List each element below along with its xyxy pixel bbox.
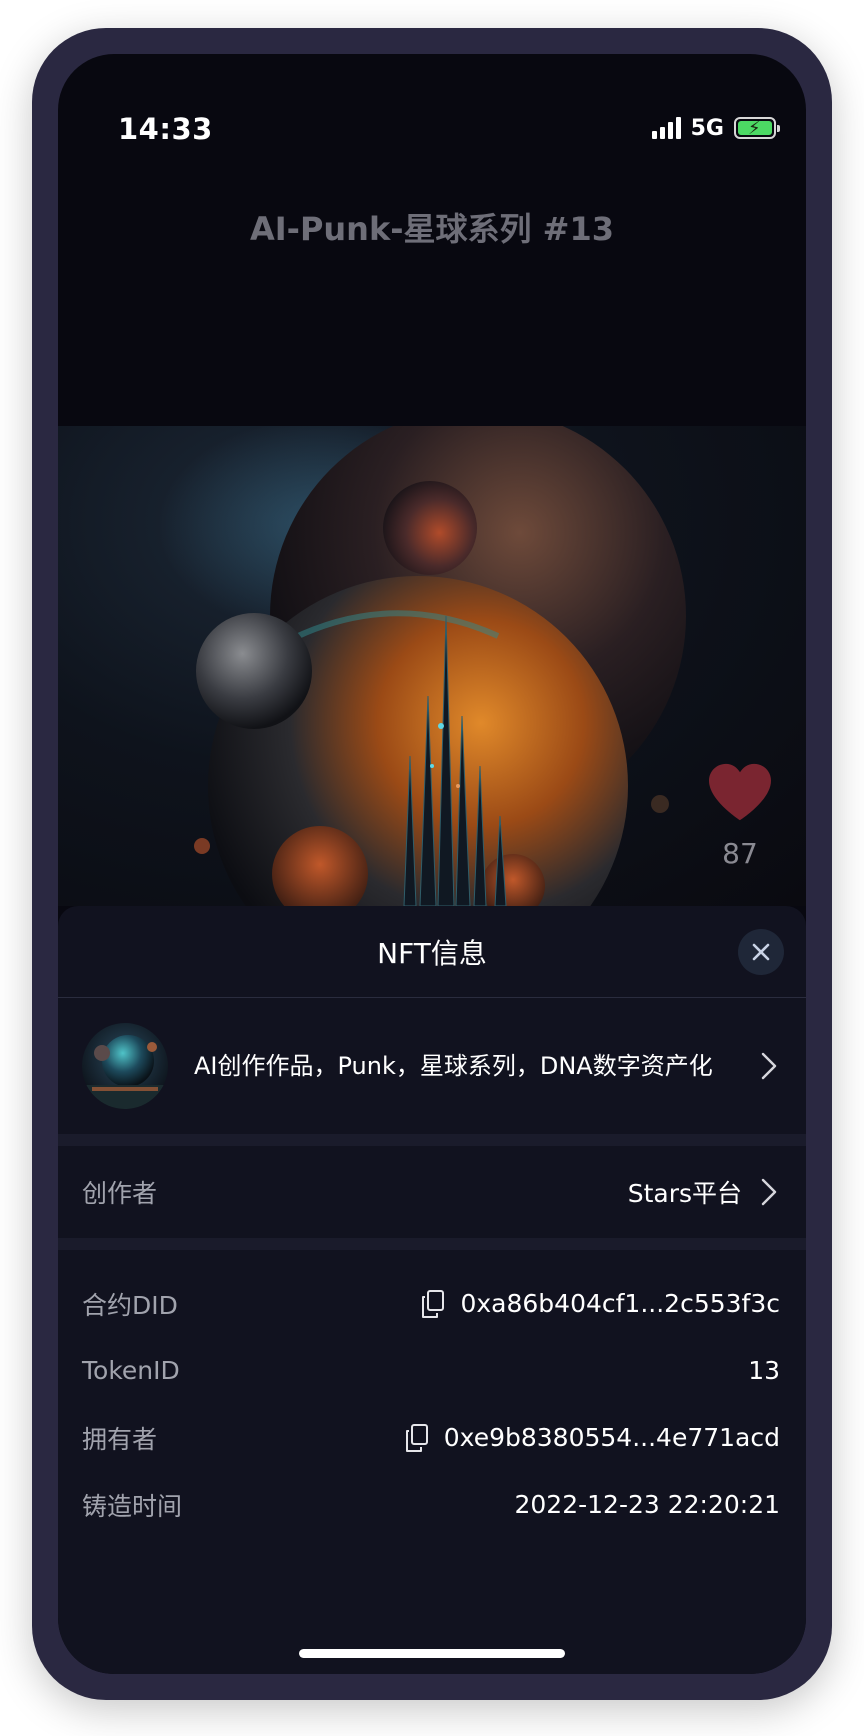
minted-time-value: 2022-12-23 22:20:21 xyxy=(514,1490,780,1519)
token-id-row: TokenID 13 xyxy=(82,1337,780,1404)
sheet-header: NFT信息 xyxy=(58,906,806,998)
copy-icon[interactable] xyxy=(404,1423,430,1453)
home-indicator[interactable] xyxy=(299,1649,565,1658)
creator-label: 创作者 xyxy=(82,1179,158,1208)
owner-value-group[interactable]: 0xe9b8380554...4e771acd xyxy=(404,1423,780,1453)
collection-row[interactable]: AI创作作品，Punk，星球系列，DNA数字资产化 xyxy=(58,998,806,1134)
contract-did-value-group[interactable]: 0xa86b404cf1...2c553f3c xyxy=(420,1289,780,1319)
network-label: 5G xyxy=(690,115,724,141)
owner-label: 拥有者 xyxy=(82,1424,158,1454)
close-icon xyxy=(752,943,770,961)
copy-icon[interactable] xyxy=(420,1289,446,1319)
status-time: 14:33 xyxy=(118,112,213,146)
heart-icon[interactable] xyxy=(706,761,774,823)
signal-icon xyxy=(651,117,681,139)
token-id-value: 13 xyxy=(748,1356,780,1385)
page-title: AI-Punk-星球系列 #13 xyxy=(249,210,615,248)
collection-thumbnail xyxy=(82,1023,168,1109)
token-id-label: TokenID xyxy=(82,1356,180,1385)
section-divider xyxy=(58,1238,806,1250)
owner-row: 拥有者 0xe9b8380554...4e771acd xyxy=(82,1404,780,1471)
contract-did-label: 合约DID xyxy=(82,1290,178,1320)
screen: 14:33 5G ⚡ AI-Punk-星球系列 #13 87 NFT信息 AI创… xyxy=(58,54,806,1674)
chevron-right-icon xyxy=(761,1052,777,1080)
contract-did-row: 合约DID 0xa86b404cf1...2c553f3c xyxy=(82,1270,780,1337)
creator-value-group: Stars平台 xyxy=(628,1174,778,1210)
nft-info-sheet: NFT信息 AI创作作品，Punk，星球系列，DNA数字资产化 创作者 Star… xyxy=(58,906,806,1674)
contract-did-value: 0xa86b404cf1...2c553f3c xyxy=(460,1289,780,1318)
sheet-title: NFT信息 xyxy=(377,936,487,970)
collection-description: AI创作作品，Punk，星球系列，DNA数字资产化 xyxy=(194,1051,713,1080)
minted-time-row: 铸造时间 2022-12-23 22:20:21 xyxy=(82,1471,780,1538)
nft-artwork-image[interactable]: 87 xyxy=(58,426,806,906)
phone-frame: 14:33 5G ⚡ AI-Punk-星球系列 #13 87 NFT信息 AI创… xyxy=(32,28,832,1700)
like-count: 87 xyxy=(722,837,758,870)
creator-value: Stars平台 xyxy=(627,1179,742,1208)
planets-illustration xyxy=(158,426,686,906)
owner-value: 0xe9b8380554...4e771acd xyxy=(443,1423,780,1452)
close-button[interactable] xyxy=(738,929,784,975)
section-divider xyxy=(58,1134,806,1146)
like-control[interactable]: 87 xyxy=(704,761,776,870)
battery-charging-icon: ⚡ xyxy=(734,117,780,139)
status-indicators: 5G ⚡ xyxy=(651,112,780,144)
token-info-list: 合约DID 0xa86b404cf1...2c553f3c TokenID 13… xyxy=(58,1250,806,1538)
minted-time-label: 铸造时间 xyxy=(82,1491,183,1521)
chevron-right-icon xyxy=(761,1178,777,1206)
creator-row[interactable]: 创作者 Stars平台 xyxy=(58,1146,806,1238)
